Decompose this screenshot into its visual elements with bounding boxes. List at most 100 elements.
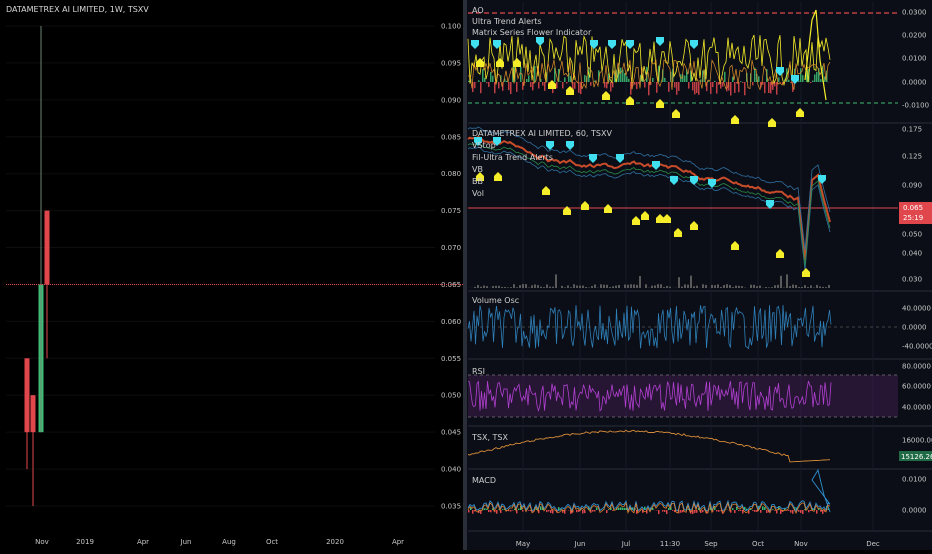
volume-bar: [723, 285, 725, 288]
volume-bar: [582, 286, 584, 288]
ao-legend-2: Matrix Series Flower Indicator: [472, 28, 591, 37]
macd-histogram-bar: [762, 506, 764, 510]
ao-histogram-bar: [636, 82, 638, 89]
macd-histogram-bar: [802, 510, 804, 514]
ao-histogram-bar: [674, 82, 676, 88]
ao-histogram-bar: [490, 72, 492, 82]
main-y-tick-label: 0.040: [902, 250, 922, 258]
volume-bar: [564, 287, 566, 288]
ao-histogram-bar: [678, 82, 680, 91]
macd-histogram-bar: [666, 510, 668, 514]
ao-histogram-bar: [726, 82, 728, 91]
left-x-tick-label: Apr: [392, 538, 404, 546]
macd-histogram-bar: [680, 510, 682, 513]
volume-bar: [756, 286, 758, 288]
macd-histogram-bar: [752, 510, 754, 511]
macd-histogram-bar: [760, 510, 762, 513]
macd-histogram-bar: [816, 510, 818, 514]
main-time-badge-value: 25:19: [903, 214, 923, 222]
volume-bar: [555, 274, 557, 288]
ao-y-tick-label: 0.0200: [902, 32, 927, 40]
volume-bar: [630, 284, 632, 288]
ao-histogram-bar: [542, 82, 544, 86]
ao-histogram-bar: [526, 79, 528, 82]
rsi-band: [468, 375, 898, 417]
macd-histogram-bar: [558, 507, 560, 510]
ao-histogram-bar: [492, 76, 494, 82]
ao-histogram-bar: [484, 78, 486, 82]
panel-divider[interactable]: [463, 0, 467, 550]
ao-y-tick-label: -0.0100: [902, 102, 929, 110]
volume-bar: [495, 286, 497, 288]
macd-histogram-bar: [622, 508, 624, 510]
right-x-tick-label: Jun: [574, 540, 586, 548]
ao-histogram-bar: [736, 82, 738, 83]
volume-bar: [807, 287, 809, 288]
volume-bar: [687, 285, 689, 288]
ao-histogram-bar: [716, 82, 718, 94]
volume-bar: [624, 285, 626, 288]
ao-histogram-bar: [582, 82, 584, 83]
macd-histogram-bar: [518, 509, 520, 510]
volume-bar: [636, 285, 638, 288]
volume-bar: [750, 285, 752, 288]
macd-histogram-bar: [484, 508, 486, 510]
ao-histogram-bar: [486, 82, 488, 83]
left-y-tick-label: 0.035: [441, 503, 461, 511]
volume-bar: [633, 284, 635, 288]
ao-histogram-bar: [718, 82, 720, 85]
macd-histogram-bar: [716, 510, 718, 511]
ao-histogram-bar: [816, 72, 818, 82]
volume-bar: [492, 286, 494, 288]
macd-histogram-bar: [732, 508, 734, 510]
ao-histogram-bar: [528, 75, 530, 82]
macd-histogram-bar: [792, 510, 794, 514]
left-y-tick-label: 0.080: [441, 170, 461, 178]
macd-histogram-bar: [550, 510, 552, 513]
volume-bar: [735, 286, 737, 288]
volume-bar: [474, 287, 476, 288]
volume-bar: [477, 285, 479, 288]
ao-legend-1: Ultra Trend Alerts: [472, 17, 542, 26]
ao-y-tick-label: 0.0100: [902, 55, 927, 63]
left-candle-body: [31, 395, 36, 432]
macd-histogram-bar: [668, 508, 670, 510]
macd-histogram-bar: [694, 510, 696, 513]
macd-histogram-bar: [486, 509, 488, 510]
ao-histogram-bar: [764, 82, 766, 93]
volume-bar: [537, 285, 539, 288]
left-candle-body: [25, 358, 30, 432]
left-y-tick-label: 0.055: [441, 355, 461, 363]
ao-histogram-bar: [478, 80, 480, 82]
macd-histogram-bar: [774, 510, 776, 511]
volume-bar: [777, 285, 779, 288]
left-candle-body: [45, 211, 50, 285]
volume-bar: [663, 287, 665, 288]
macd-histogram-bar: [522, 510, 524, 512]
volume-bar: [786, 274, 788, 288]
macd-histogram-bar: [624, 508, 626, 510]
macd-histogram-bar: [618, 508, 620, 510]
ao-histogram-bar: [648, 82, 650, 95]
main-y-tick-label: 0.090: [902, 182, 922, 190]
volume-bar: [612, 286, 614, 288]
volume-bar: [501, 287, 503, 288]
volume-bar: [531, 285, 533, 288]
rsi-legend: RSI: [472, 367, 485, 376]
volume-bar: [684, 284, 686, 288]
ao-histogram-bar: [516, 82, 518, 92]
ao-histogram-bar: [664, 78, 666, 82]
ao-histogram-bar: [730, 82, 732, 95]
ao-histogram-bar: [538, 82, 540, 89]
volume-bar: [522, 284, 524, 288]
volume-bar: [792, 285, 794, 288]
volume-bar: [759, 286, 761, 288]
ao-histogram-bar: [668, 82, 670, 92]
left-chart-background: [0, 0, 463, 550]
ao-histogram-bar: [510, 82, 512, 94]
volume-bar: [576, 285, 578, 288]
volume-bar: [579, 286, 581, 288]
main-y-tick-label: 0.125: [902, 153, 922, 161]
ao-histogram-bar: [584, 75, 586, 82]
ao-histogram-bar: [620, 68, 622, 82]
